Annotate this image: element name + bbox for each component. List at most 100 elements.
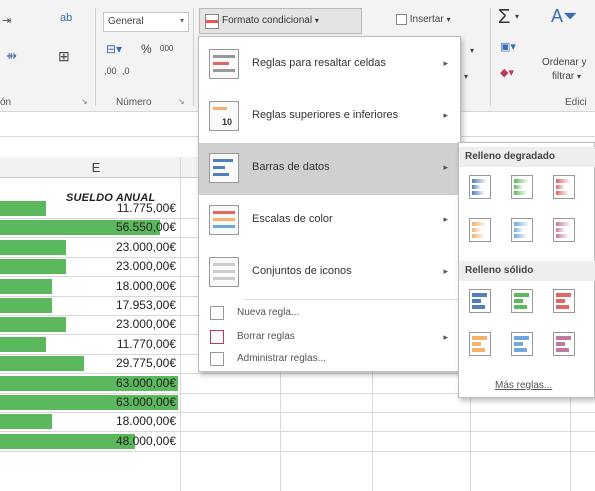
salary-cell-value: 11.775,00€	[116, 201, 176, 215]
number-format-value: General	[108, 16, 144, 27]
table-row[interactable]: 18.000,00€	[0, 412, 180, 431]
delete-dropdown-icon[interactable]: ▾	[470, 46, 474, 55]
format-dropdown-icon[interactable]: ▾	[464, 72, 468, 81]
swatch-bar	[556, 305, 569, 309]
table-row[interactable]: 23.000,00€	[0, 315, 180, 334]
solid-fill-swatch[interactable]	[511, 332, 533, 356]
conditional-format-button[interactable]: Formato condicional ▾	[199, 8, 362, 34]
menu-item-label: Escalas de color	[252, 213, 333, 225]
chevron-right-icon: ▸	[443, 110, 448, 120]
swatch-bar	[472, 228, 481, 232]
solid-fill-heading: Relleno sólido	[459, 261, 595, 281]
menu-item-new-rule[interactable]: Nueva regla...	[199, 301, 460, 325]
align-dropdown-icon[interactable]: ⇥	[2, 14, 16, 28]
swatch-bar	[472, 293, 487, 297]
table-row[interactable]: 23.000,00€	[0, 257, 180, 276]
table-row[interactable]: 29.775,00€	[0, 354, 180, 373]
swatch-bar	[556, 191, 569, 195]
gradient-fill-swatch[interactable]	[511, 175, 533, 199]
salary-cell-value: 11.770,00€	[116, 336, 176, 351]
salary-cell-value: 63.000,00€	[115, 375, 176, 390]
swatch-bar	[472, 179, 487, 183]
more-rules-link[interactable]: Más reglas...	[495, 380, 552, 391]
currency-icon[interactable]: ⊟▾	[106, 42, 122, 56]
chevron-right-icon: ▸	[443, 266, 448, 276]
alignment-dialog-launcher-icon[interactable]: ↘	[81, 97, 88, 106]
editing-group-label: Edici	[565, 97, 587, 108]
chevron-right-icon: ▸	[443, 58, 448, 68]
wrap-text-icon[interactable]: ⊞	[58, 48, 70, 65]
table-row[interactable]: 48.000,00€	[0, 432, 180, 451]
menu-item-data-bars[interactable]: Barras de datos ▸	[199, 143, 460, 195]
gradient-fill-swatch[interactable]	[469, 175, 491, 199]
thousands-button[interactable]: 000	[160, 44, 173, 53]
table-row[interactable]: 17.953,00€	[0, 296, 180, 315]
swatch-bar	[472, 299, 481, 303]
conditional-format-menu: Reglas para resaltar celdas ▸ 10 Reglas …	[198, 36, 461, 372]
gridline	[180, 157, 181, 491]
menu-item-clear-rules[interactable]: Borrar reglas ▸	[199, 325, 460, 349]
menu-item-manage-rules[interactable]: Administrar reglas...	[199, 347, 460, 371]
swatch-bar	[556, 222, 571, 226]
table-row[interactable]: 18.000,00€	[0, 277, 180, 296]
data-bar	[0, 298, 52, 313]
table-row[interactable]: 23.000,00€	[0, 238, 180, 257]
ribbon-separator	[490, 8, 491, 106]
decrease-decimal-icon[interactable]: ,0	[122, 66, 130, 76]
table-row[interactable]: 63.000,00€	[0, 374, 180, 393]
autosum-dropdown-icon[interactable]: ▾	[515, 12, 519, 21]
gridline	[0, 450, 595, 452]
chevron-down-icon: ▾	[577, 72, 582, 81]
increase-decimal-button[interactable]: ,00	[104, 66, 117, 76]
sort-filter-icon[interactable]: A⏷	[551, 6, 577, 27]
chevron-down-icon: ▾	[314, 16, 319, 25]
swatch-bar	[556, 179, 571, 183]
solid-fill-swatch[interactable]	[553, 332, 575, 356]
menu-item-color-scales[interactable]: Escalas de color ▸	[199, 195, 460, 247]
swatch-bar	[472, 222, 487, 226]
table-row[interactable]: 11.775,00€	[0, 199, 180, 218]
autosum-icon[interactable]: Σ	[498, 6, 510, 29]
menu-item-label: Conjuntos de iconos	[252, 265, 352, 277]
insert-label: Insertar	[409, 14, 444, 26]
clear-icon[interactable]: ◆▾	[500, 66, 514, 79]
menu-item-label: Barras de datos	[252, 161, 330, 173]
menu-item-label: Borrar reglas	[237, 331, 295, 342]
table-row[interactable]: 63.000,00€	[0, 393, 180, 412]
solid-fill-swatch[interactable]	[553, 289, 575, 313]
filter-label[interactable]: filtrar ▾	[552, 71, 581, 82]
table-row[interactable]: 56.550,00€	[0, 218, 180, 237]
salary-cell-value: 48.000,00€	[115, 433, 176, 448]
gradient-fill-swatch[interactable]	[553, 175, 575, 199]
menu-item-top-bottom-rules[interactable]: 10 Reglas superiores e inferiores ▸	[199, 91, 460, 143]
column-letter[interactable]: E	[86, 160, 106, 175]
insert-button[interactable]: Insertar ▾	[396, 14, 450, 25]
gradient-fill-swatch[interactable]	[469, 218, 491, 242]
swatch-bar	[514, 342, 523, 346]
gradient-fill-swatch[interactable]	[553, 218, 575, 242]
menu-item-highlight-rules[interactable]: Reglas para resaltar celdas ▸	[199, 39, 460, 91]
chevron-down-icon: ▾	[179, 16, 184, 25]
number-format-combo[interactable]: General ▾	[103, 12, 189, 32]
sort-label[interactable]: Ordenar y	[542, 57, 586, 68]
percent-button[interactable]: %	[141, 42, 152, 56]
orientation-button[interactable]: ab	[60, 12, 72, 24]
menu-item-icon-sets[interactable]: Conjuntos de iconos ▸	[199, 247, 460, 299]
table-row[interactable]: 11.770,00€	[0, 335, 180, 354]
swatch-bar	[556, 234, 569, 238]
filter-label-text: filtrar	[552, 71, 575, 82]
top-ten-badge: 10	[222, 117, 233, 127]
fill-icon[interactable]: ▣▾	[500, 40, 516, 53]
gradient-fill-swatch[interactable]	[511, 218, 533, 242]
salary-cell-value: 18.000,00€	[115, 414, 176, 429]
salary-cell-value: 23.000,00€	[115, 317, 176, 332]
solid-fill-swatch[interactable]	[469, 332, 491, 356]
menu-item-label: Reglas superiores e inferiores	[252, 109, 399, 121]
merge-center-icon[interactable]: ⇻	[6, 48, 17, 64]
salary-cell-value: 23.000,00€	[115, 239, 176, 254]
solid-fill-swatch[interactable]	[511, 289, 533, 313]
solid-fill-swatch[interactable]	[469, 289, 491, 313]
menu-item-label: Nueva regla...	[237, 307, 300, 318]
top-bottom-rules-icon: 10	[209, 101, 239, 131]
number-dialog-launcher-icon[interactable]: ↘	[178, 97, 185, 106]
